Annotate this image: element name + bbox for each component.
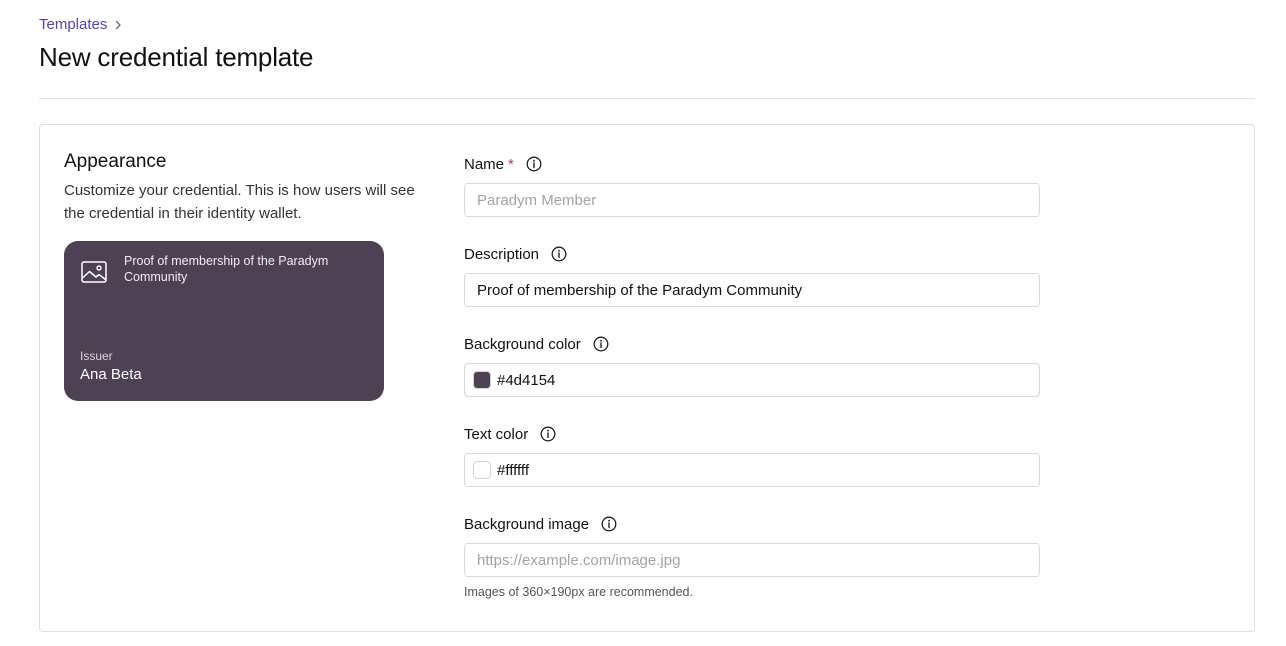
breadcrumb: Templates — [39, 16, 123, 33]
description-input[interactable]: Proof of membership of the Paradym Commu… — [464, 273, 1040, 307]
text-color-field: Text color #ffffff — [464, 423, 1040, 487]
credential-preview-card: Proof of membership of the Paradym Commu… — [64, 241, 384, 401]
credential-preview-description: Proof of membership of the Paradym Commu… — [124, 254, 329, 284]
info-icon[interactable] — [601, 516, 617, 532]
page-title: New credential template — [39, 42, 314, 72]
page: Templates New credential template Appear… — [0, 0, 1286, 646]
background-image-hint: Images of 360×190px are recommended. — [464, 585, 693, 599]
breadcrumb-templates-link[interactable]: Templates — [39, 16, 107, 33]
credential-issuer-label: Issuer — [80, 349, 113, 363]
description-input-value: Proof of membership of the Paradym Commu… — [477, 281, 803, 299]
info-icon[interactable] — [551, 246, 567, 262]
description-label: Description — [464, 245, 540, 263]
background-color-input[interactable]: #4d4154 — [464, 363, 1040, 397]
background-color-label: Background color — [464, 335, 581, 353]
credential-issuer-name: Ana Beta — [80, 366, 142, 383]
background-image-label: Background image — [464, 515, 590, 533]
name-label: Name — [464, 155, 505, 173]
header-divider — [39, 98, 1255, 99]
text-color-label: Text color — [464, 425, 529, 443]
section-title: Appearance — [64, 151, 167, 172]
section-description: Customize your credential. This is how u… — [64, 182, 415, 222]
appearance-panel: Appearance Customize your credential. Th… — [39, 124, 1255, 632]
chevron-right-icon — [116, 20, 122, 29]
text-color-input[interactable]: #ffffff — [464, 453, 1040, 487]
name-input[interactable] — [464, 183, 1040, 217]
text-color-swatch[interactable] — [473, 461, 491, 479]
background-image-input[interactable] — [464, 543, 1040, 577]
info-icon[interactable] — [540, 426, 556, 442]
info-icon[interactable] — [593, 336, 609, 352]
info-icon[interactable] — [526, 156, 542, 172]
background-image-field: Background image Images of 360×190px are… — [464, 513, 1040, 599]
image-icon — [81, 261, 107, 283]
description-field: Description Proof of membership of the P… — [464, 243, 1040, 307]
background-color-field: Background color #4d4154 — [464, 333, 1040, 397]
text-color-value: #ffffff — [497, 461, 529, 479]
name-field: Name * — [464, 153, 1040, 217]
background-color-value: #4d4154 — [497, 371, 556, 389]
background-color-swatch[interactable] — [473, 371, 491, 389]
required-marker: * — [508, 155, 514, 173]
